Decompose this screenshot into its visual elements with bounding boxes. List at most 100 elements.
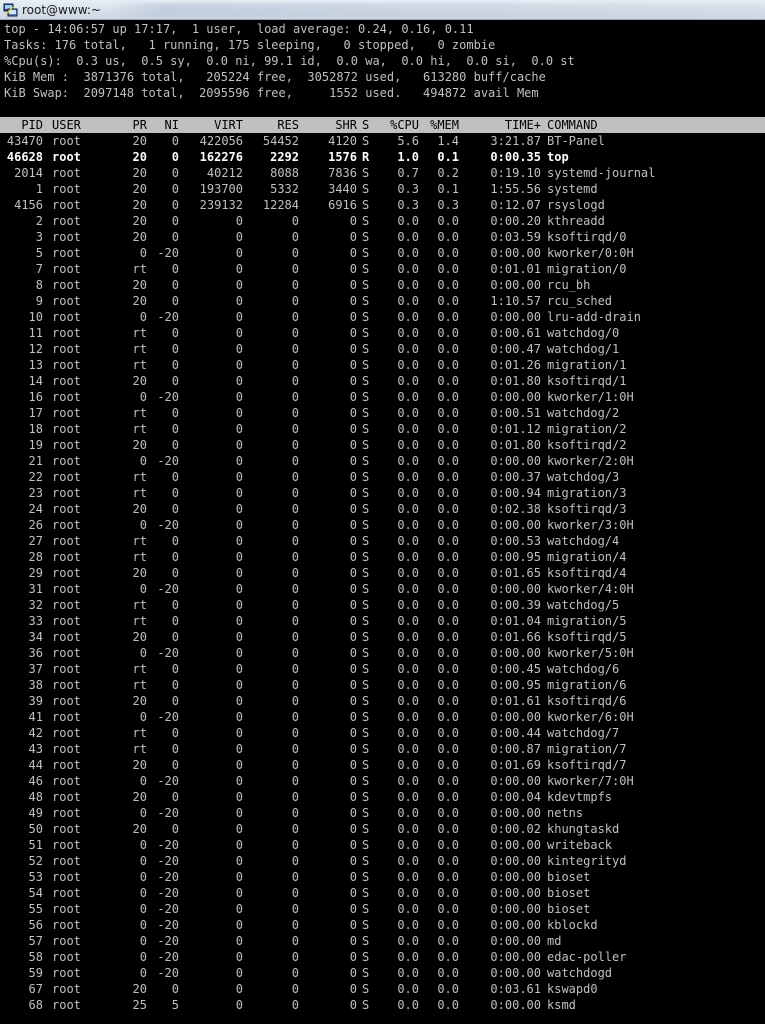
- process-mem: 0.0: [437, 406, 459, 420]
- process-mem: 0.0: [437, 534, 459, 548]
- process-shr: 0: [349, 870, 357, 884]
- process-priority: 0: [139, 966, 147, 980]
- process-virt: 0: [235, 454, 243, 468]
- process-user: root: [52, 278, 81, 292]
- process-command: watchdog/2: [547, 406, 620, 420]
- process-res: 0: [291, 454, 299, 468]
- process-mem: 0.0: [437, 358, 459, 372]
- process-priority: 0: [139, 454, 147, 468]
- window-titlebar[interactable]: root@www:~: [0, 0, 765, 20]
- process-command: watchdog/7: [547, 726, 620, 740]
- process-shr: 0: [349, 582, 357, 596]
- process-command: rcu_bh: [547, 278, 591, 292]
- process-cpu: 0.0: [397, 678, 419, 692]
- process-command: kswapd0: [547, 982, 598, 996]
- process-shr: 0: [349, 998, 357, 1012]
- process-user: root: [52, 230, 81, 244]
- process-user: root: [52, 214, 81, 228]
- process-row: 34 root 20 0 0 0 0 S 0.0 0.0 0:01.66 ksoftirqd/5: [0, 629, 765, 645]
- process-mem: 0.0: [437, 662, 459, 676]
- process-time: 0:01.80: [490, 374, 541, 388]
- process-res: 0: [291, 742, 299, 756]
- process-res: 0: [291, 566, 299, 580]
- process-priority: rt: [132, 358, 147, 372]
- process-priority: 0: [139, 646, 147, 660]
- process-command: kworker/1:0H: [547, 390, 634, 404]
- process-virt: 0: [235, 822, 243, 836]
- process-cpu: 0.0: [397, 566, 419, 580]
- process-priority: 0: [139, 246, 147, 260]
- process-mem: 0.2: [437, 166, 459, 180]
- process-row: 56 root 0 -20 0 0 0 S 0.0 0.0 0:00.00 kblockd: [0, 917, 765, 933]
- terminal-screen[interactable]: top - 14:06:57 up 17:17, 1 user, load av…: [0, 21, 765, 1024]
- process-priority: 0: [139, 582, 147, 596]
- process-user: root: [52, 502, 81, 516]
- process-pid: 17: [28, 406, 43, 420]
- process-user: root: [52, 150, 81, 164]
- process-mem: 0.0: [437, 950, 459, 964]
- process-command: md: [547, 934, 562, 948]
- process-user: root: [52, 918, 81, 932]
- process-mem: 0.0: [437, 742, 459, 756]
- process-shr: 0: [349, 358, 357, 372]
- process-virt: 0: [235, 390, 243, 404]
- process-nice: 0: [171, 134, 179, 148]
- process-shr: 0: [349, 230, 357, 244]
- process-res: 0: [291, 886, 299, 900]
- process-virt: 0: [235, 534, 243, 548]
- process-mem: 0.0: [437, 230, 459, 244]
- process-priority: 20: [132, 150, 147, 164]
- process-res: 0: [291, 214, 299, 228]
- process-time: 0:01.61: [490, 694, 541, 708]
- process-command: migration/1: [547, 358, 627, 372]
- process-priority: 20: [132, 182, 147, 196]
- process-res: 0: [291, 550, 299, 564]
- process-time: 0:01.01: [490, 262, 541, 276]
- process-virt: 0: [235, 646, 243, 660]
- process-command: lru-add-drain: [547, 310, 641, 324]
- process-virt: 0: [235, 774, 243, 788]
- process-row: 28 root rt 0 0 0 0 S 0.0 0.0 0:00.95 migration/4: [0, 549, 765, 565]
- process-nice: -20: [157, 838, 179, 852]
- process-nice: 0: [171, 166, 179, 180]
- process-cpu: 0.0: [397, 630, 419, 644]
- process-cpu: 0.0: [397, 806, 419, 820]
- process-priority: rt: [132, 614, 147, 628]
- process-nice: 0: [171, 150, 179, 164]
- process-state: S: [362, 630, 370, 644]
- process-priority: rt: [132, 262, 147, 276]
- process-priority: 0: [139, 774, 147, 788]
- process-virt: 0: [235, 694, 243, 708]
- process-time: 0:00.35: [490, 150, 541, 164]
- process-state: S: [362, 438, 370, 452]
- process-time: 0:01.66: [490, 630, 541, 644]
- process-state: S: [362, 550, 370, 564]
- process-time: 0:00.39: [490, 598, 541, 612]
- process-res: 0: [291, 294, 299, 308]
- process-state: S: [362, 678, 370, 692]
- process-shr: 0: [349, 262, 357, 276]
- process-state: S: [362, 998, 370, 1012]
- process-nice: -20: [157, 806, 179, 820]
- process-pid: 67: [28, 982, 43, 996]
- column-header-priority: PR: [132, 118, 147, 132]
- process-mem: 0.0: [437, 326, 459, 340]
- process-shr: 0: [349, 534, 357, 548]
- process-shr: 0: [349, 406, 357, 420]
- process-row: 22 root rt 0 0 0 0 S 0.0 0.0 0:00.37 watchdog/3: [0, 469, 765, 485]
- process-priority: 0: [139, 902, 147, 916]
- process-res: 0: [291, 534, 299, 548]
- process-virt: 0: [235, 486, 243, 500]
- process-virt: 0: [235, 406, 243, 420]
- process-user: root: [52, 598, 81, 612]
- process-time: 0:00.00: [490, 454, 541, 468]
- process-time: 0:00.00: [490, 390, 541, 404]
- process-state: S: [362, 598, 370, 612]
- process-mem: 0.0: [437, 470, 459, 484]
- process-state: S: [362, 822, 370, 836]
- process-row: 29 root 20 0 0 0 0 S 0.0 0.0 0:01.65 ksoftirqd/4: [0, 565, 765, 581]
- process-user: root: [52, 886, 81, 900]
- process-time: 0:01.04: [490, 614, 541, 628]
- process-nice: 0: [171, 438, 179, 452]
- process-pid: 14: [28, 374, 43, 388]
